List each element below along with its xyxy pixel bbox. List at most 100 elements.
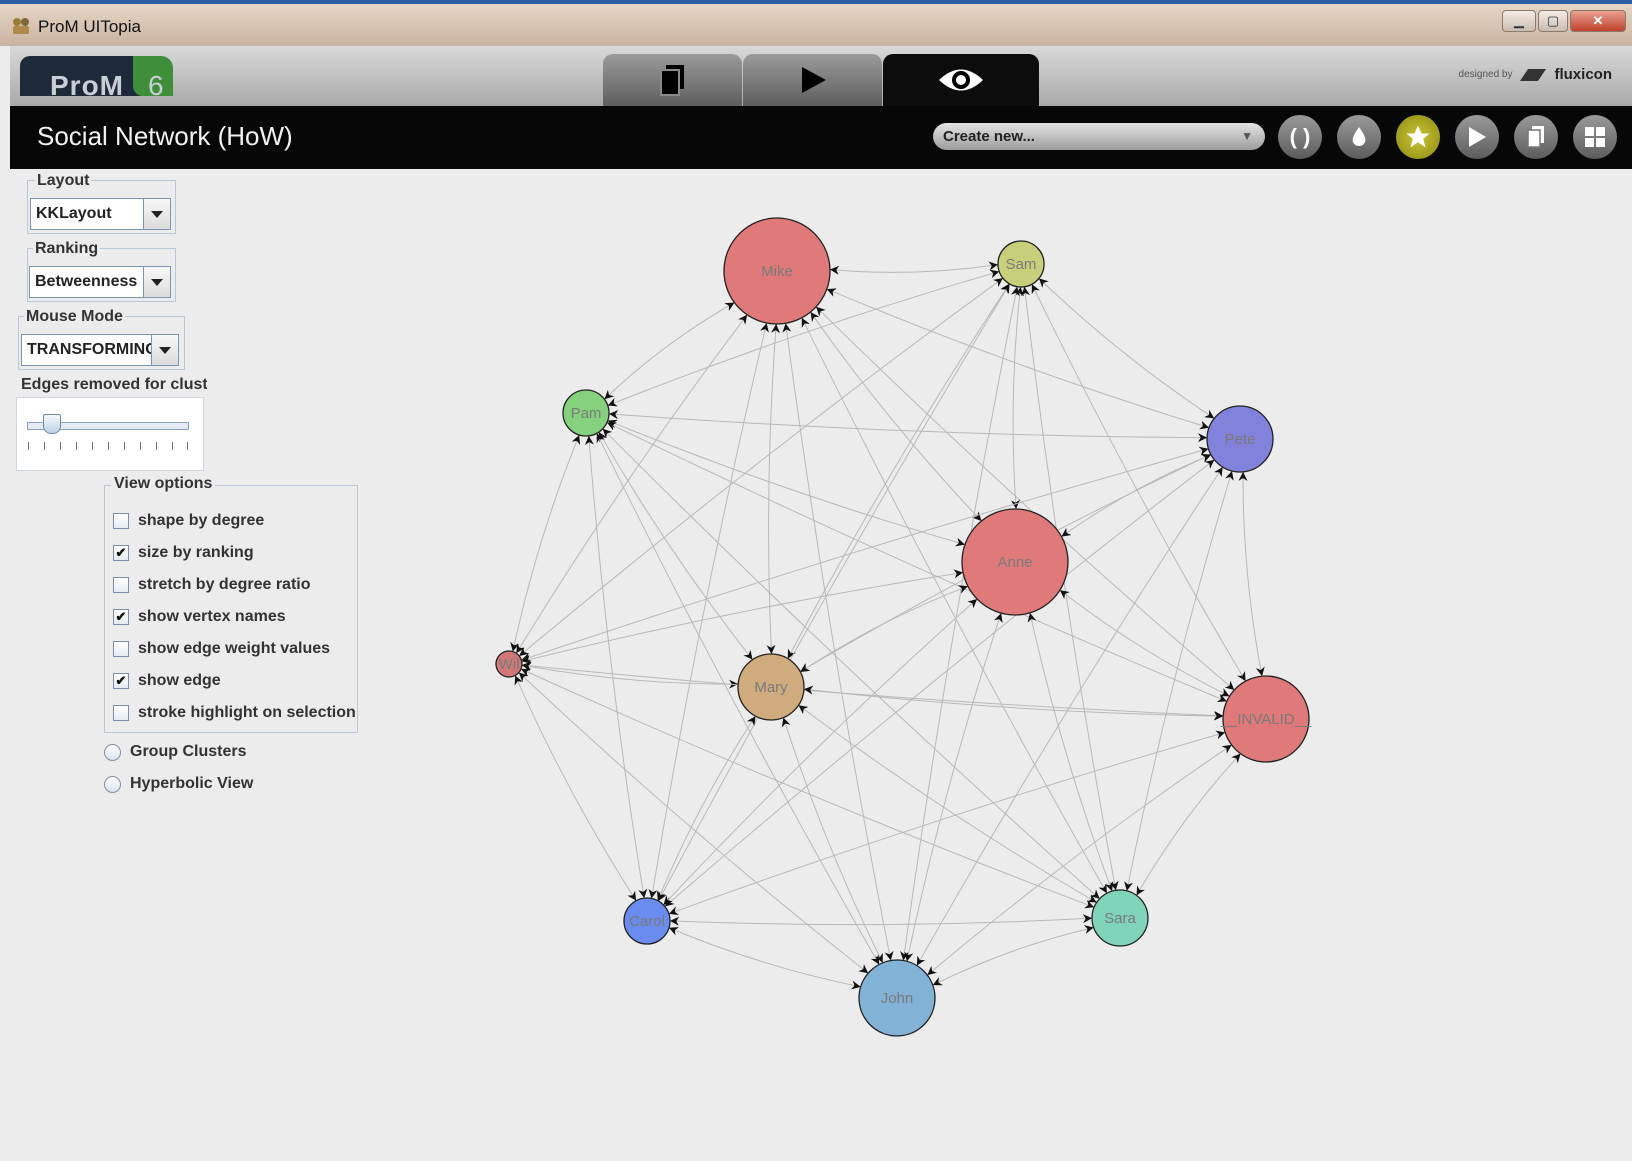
graph-edge: [801, 317, 1108, 894]
graph-edge: [602, 428, 1100, 900]
play-button[interactable]: [1455, 115, 1499, 159]
graph-edge: [521, 446, 1209, 662]
radio-button[interactable]: [104, 775, 121, 793]
graph-edge: [510, 434, 581, 652]
graph-edge: [815, 306, 1235, 691]
ranking-label: Ranking: [33, 240, 101, 258]
graph-edge: [606, 421, 1227, 703]
graph-edge: [766, 323, 781, 655]
chevron-down-icon: [143, 267, 170, 297]
prom-logo: ProM 6: [20, 56, 180, 101]
graph-node-mary[interactable]: Mary: [737, 653, 805, 721]
graph-edge: [657, 715, 756, 901]
designed-by: designed by fluxicon: [1458, 66, 1612, 83]
view-toolbar: Social Network (HoW) Create new... ▼ ( ): [10, 106, 1632, 169]
grid-button[interactable]: [1573, 115, 1617, 159]
view-options-group: View options shape by degree ✔ size by ra…: [104, 475, 358, 733]
fluxicon-logo-icon: [1520, 68, 1547, 81]
ranking-select[interactable]: Betweenness: [29, 266, 171, 298]
graph-node-carol[interactable]: Carol: [623, 897, 671, 945]
refresh-button[interactable]: ( ): [1278, 115, 1322, 159]
copy-icon: [659, 65, 684, 96]
graph-edge: [514, 675, 637, 902]
drop-button[interactable]: [1337, 115, 1381, 159]
graph-edge: [1059, 589, 1230, 697]
checkbox[interactable]: [113, 641, 129, 657]
layout-select[interactable]: KKLayout: [30, 198, 171, 230]
node-label: Mike: [761, 263, 793, 280]
chevron-down-icon: [143, 199, 170, 229]
play-icon: [1469, 127, 1486, 147]
graph-edge: [596, 433, 880, 965]
create-new-dropdown[interactable]: Create new... ▼: [933, 123, 1265, 150]
checkbox[interactable]: ✔: [113, 673, 129, 689]
graph-edge: [584, 435, 648, 899]
grid-icon: [1585, 127, 1605, 147]
graph-edge: [916, 466, 1224, 966]
checkbox[interactable]: [113, 705, 129, 721]
favorite-button[interactable]: [1396, 115, 1440, 159]
window-titlebar: ProM UITopia ▁ ▢ ✕: [0, 0, 1632, 46]
graph-edges: [510, 261, 1265, 990]
graph-edge: [798, 704, 1097, 903]
graph-node-mike[interactable]: Mike: [723, 217, 831, 325]
option-stretch-by-degree-ratio[interactable]: stretch by degree ratio: [113, 574, 311, 596]
maximize-button[interactable]: ▢: [1538, 10, 1568, 32]
graph-node-pam[interactable]: Pam: [562, 389, 610, 437]
copy-icon: [1527, 126, 1544, 148]
eye-icon: [939, 69, 983, 91]
node-label: Pete: [1225, 431, 1256, 448]
drop-icon: [1352, 127, 1366, 146]
radio-button[interactable]: [104, 743, 121, 761]
radio-group-clusters[interactable]: Group Clusters: [104, 741, 246, 763]
graph-node-sara[interactable]: Sara: [1091, 889, 1149, 947]
checkbox[interactable]: [113, 577, 129, 593]
graph-edge: [518, 277, 1004, 657]
node-label: Pam: [571, 405, 602, 422]
radio-hyperbolic-view[interactable]: Hyperbolic View: [104, 773, 253, 795]
graph-edge: [608, 410, 1208, 443]
chevron-down-icon: [151, 335, 178, 365]
graph-edge: [1238, 471, 1265, 677]
option-show-edge-weight-values[interactable]: show edge weight values: [113, 638, 330, 660]
layout-label: Layout: [35, 172, 92, 190]
graph-node-john[interactable]: John: [858, 959, 936, 1037]
social-network-graph[interactable]: Mike Sam Pam Pete Anne Wil Mary __INVALID__ Caro…: [420, 169, 1632, 1161]
checkbox[interactable]: ✔: [113, 545, 129, 561]
node-label: Carol: [629, 913, 665, 930]
option-shape-by-degree[interactable]: shape by degree: [113, 510, 264, 532]
mouse-mode-select[interactable]: TRANSFORMING: [21, 334, 179, 366]
graph-edge: [932, 925, 1094, 986]
node-label: Anne: [997, 554, 1032, 571]
option-size-by-ranking[interactable]: ✔ size by ranking: [113, 542, 254, 564]
slider-thumb[interactable]: [43, 414, 61, 434]
node-label: Wil: [499, 656, 520, 673]
perspective-tabs: [603, 54, 1040, 106]
option-stroke-highlight[interactable]: stroke highlight on selection: [113, 702, 356, 724]
option-show-edge[interactable]: ✔ show edge: [113, 670, 221, 692]
graph-edge: [900, 286, 1020, 961]
tab-actions[interactable]: [743, 54, 882, 106]
edges-removed-slider[interactable]: [16, 397, 204, 471]
graph-node-sam[interactable]: Sam: [997, 240, 1045, 288]
graph-edge: [657, 283, 1011, 902]
minimize-button[interactable]: ▁: [1502, 10, 1536, 32]
view-title: Social Network (HoW): [37, 121, 293, 151]
graph-edge: [668, 927, 861, 990]
chevron-down-icon: ▼: [1241, 129, 1253, 143]
graph-edge: [829, 261, 999, 275]
close-button[interactable]: ✕: [1570, 10, 1626, 32]
option-show-vertex-names[interactable]: ✔ show vertex names: [113, 606, 286, 628]
window-title: ProM UITopia: [38, 17, 141, 36]
checkbox[interactable]: [113, 513, 129, 529]
checkbox[interactable]: ✔: [113, 609, 129, 625]
graph-node-pete[interactable]: Pete: [1206, 405, 1274, 473]
copy-button[interactable]: [1514, 115, 1558, 159]
star-icon: [1406, 125, 1430, 148]
graph-node-anne[interactable]: Anne: [961, 508, 1069, 616]
tab-workspace[interactable]: [603, 54, 742, 106]
tab-views[interactable]: [883, 54, 1039, 106]
graph-edge: [810, 311, 982, 522]
graph-edge: [800, 585, 969, 673]
graph-node-wil[interactable]: Wil: [495, 650, 523, 678]
